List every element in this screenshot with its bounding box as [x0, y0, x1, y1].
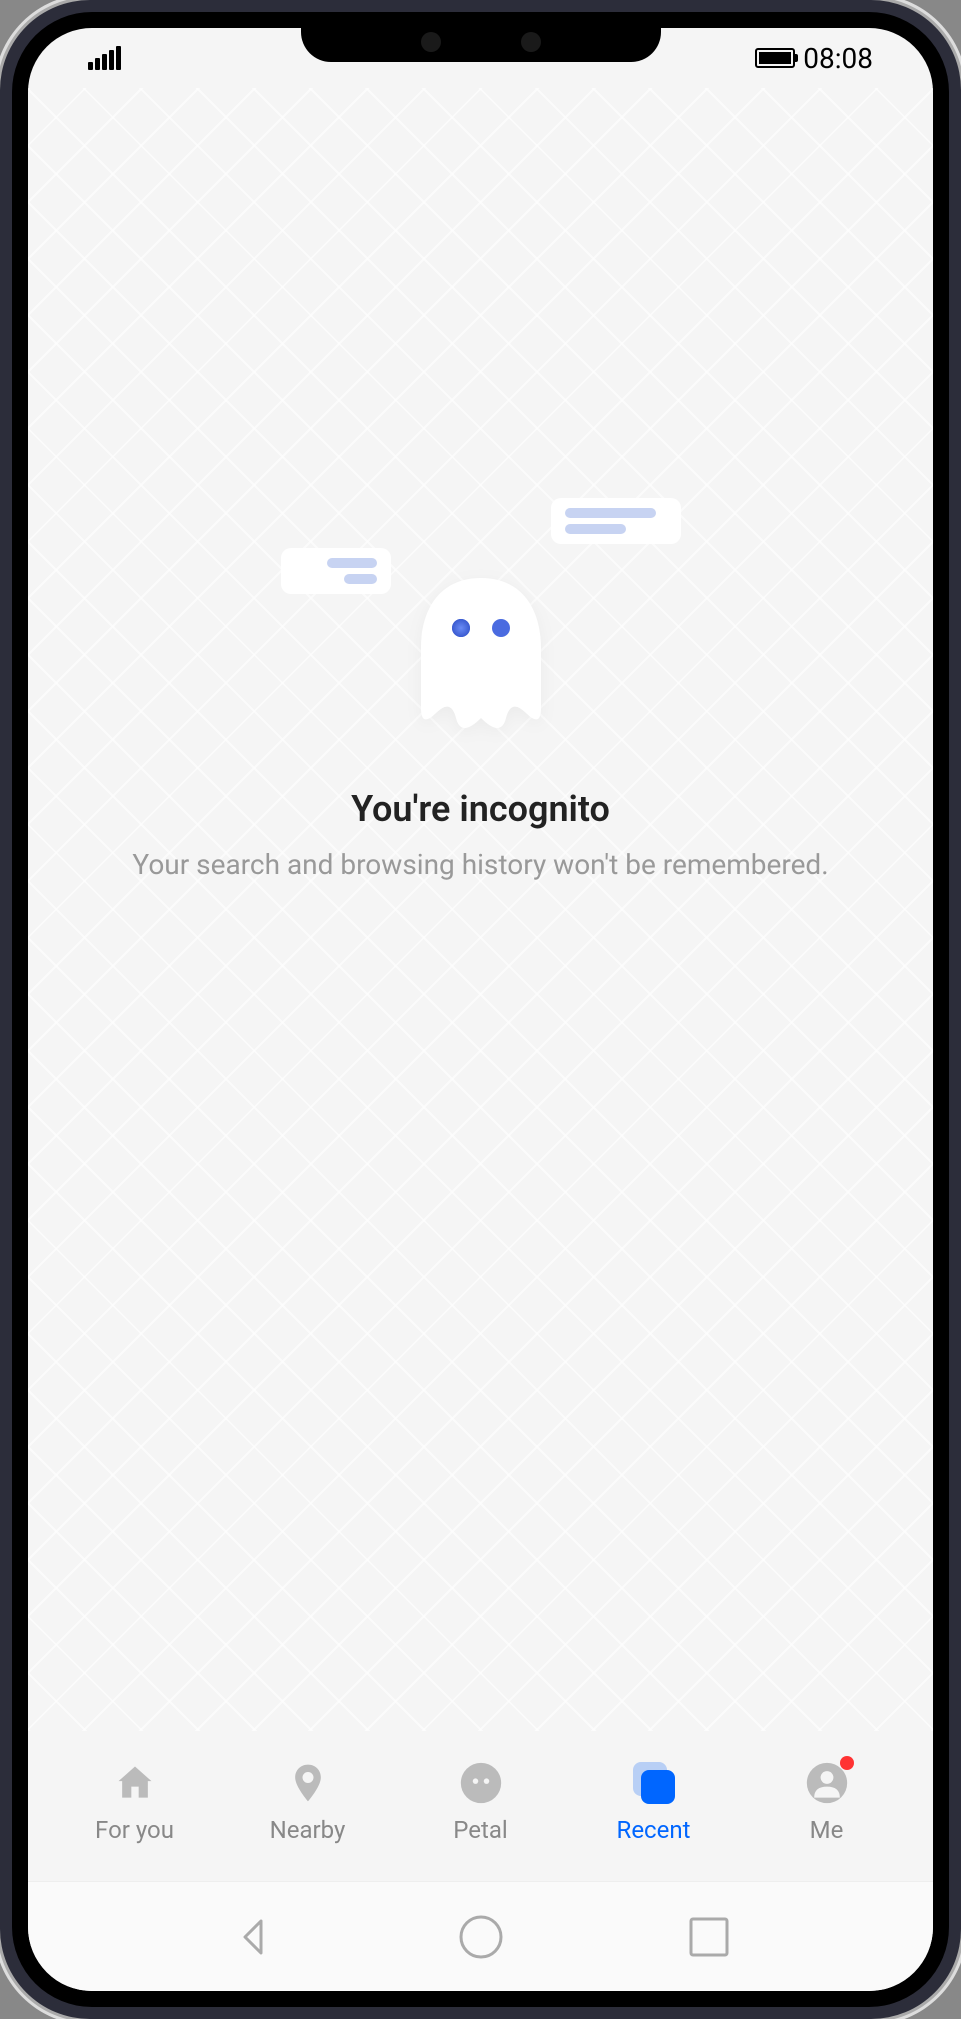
pin-icon: [283, 1758, 333, 1808]
system-nav-bar: [28, 1881, 933, 1991]
petal-icon: [456, 1758, 506, 1808]
nav-me[interactable]: Me: [767, 1758, 887, 1844]
nav-label: For you: [95, 1816, 174, 1844]
home-icon: [110, 1758, 160, 1808]
nav-label: Petal: [453, 1816, 507, 1844]
phone-frame: 08:08: [0, 0, 961, 2019]
incognito-illustration: [341, 508, 621, 728]
speech-bubble-icon: [551, 498, 681, 544]
home-button[interactable]: [457, 1913, 505, 1961]
battery-icon: [755, 48, 795, 68]
notification-badge: [840, 1756, 854, 1770]
notch: [301, 12, 661, 62]
nav-label: Recent: [617, 1816, 691, 1844]
phone-bezel: 08:08: [12, 12, 949, 2007]
profile-icon: [802, 1758, 852, 1808]
status-right: 08:08: [755, 42, 873, 75]
page-subtitle: Your search and browsing history won't b…: [92, 848, 868, 881]
nav-label: Me: [810, 1816, 844, 1844]
bottom-nav: For you Nearby Petal: [28, 1731, 933, 1881]
back-button[interactable]: [229, 1913, 277, 1961]
speech-bubble-icon: [281, 548, 391, 594]
overview-button[interactable]: [685, 1913, 733, 1961]
clock: 08:08: [803, 42, 873, 75]
ghost-icon: [401, 568, 561, 728]
nav-recent[interactable]: Recent: [594, 1758, 714, 1844]
signal-icon: [88, 46, 121, 70]
nav-for-you[interactable]: For you: [75, 1758, 195, 1844]
nav-label: Nearby: [270, 1816, 346, 1844]
screen: 08:08: [28, 28, 933, 1991]
recent-icon: [629, 1758, 679, 1808]
nav-nearby[interactable]: Nearby: [248, 1758, 368, 1844]
nav-petal[interactable]: Petal: [421, 1758, 541, 1844]
main-content: You're incognito Your search and browsin…: [28, 88, 933, 1731]
page-title: You're incognito: [351, 788, 610, 830]
